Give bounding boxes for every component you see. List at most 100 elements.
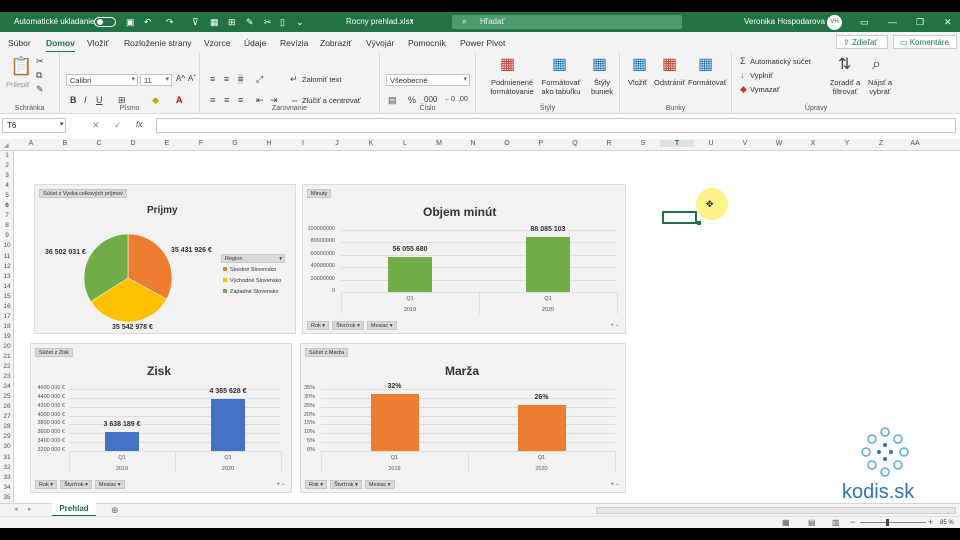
autosum-icon[interactable]: Σ [740, 56, 746, 66]
column-header-o[interactable]: O [490, 140, 524, 147]
tab-power-pivot[interactable]: Power Pivot [460, 38, 505, 48]
column-header-s[interactable]: S [626, 140, 660, 147]
row-header-33[interactable]: 33 [0, 474, 14, 481]
row-header-26[interactable]: 26 [0, 403, 14, 410]
tab-domov[interactable]: Domov [46, 38, 75, 53]
conditional-formatting-label-1[interactable]: Podmienené [484, 78, 540, 87]
align-center-icon[interactable]: ≡ [224, 95, 229, 105]
fill-color-icon[interactable]: ◆ [152, 95, 159, 105]
row-header-27[interactable]: 27 [0, 413, 14, 420]
fill-icon[interactable]: ↓ [740, 70, 745, 80]
format-as-table-label-1[interactable]: Formátovať [536, 78, 586, 87]
align-top-icon[interactable]: ≡ [210, 74, 215, 84]
column-header-k[interactable]: K [354, 140, 388, 147]
conditional-formatting-label-2[interactable]: formátovanie [482, 87, 542, 96]
worksheet-grid[interactable]: Súčet z Vyska celkových príjmov Príjmy 3… [14, 151, 960, 503]
cell-styles-label-2[interactable]: buniek [586, 87, 618, 96]
ribbon-options-icon[interactable]: ▭ [860, 17, 869, 27]
row-header-5[interactable]: 5 [0, 192, 14, 199]
italic-icon[interactable]: I [84, 95, 87, 105]
format-as-table-label-2[interactable]: ako tabuľku [534, 87, 588, 96]
borders-icon[interactable]: ⊞ [118, 95, 126, 105]
column-header-v[interactable]: V [728, 140, 762, 147]
tab-subor[interactable]: Súbor [8, 38, 31, 48]
cell-styles-icon[interactable]: ▦ [592, 56, 607, 74]
column-header-i[interactable]: I [286, 140, 320, 147]
filter-icon[interactable]: ⊽ [192, 17, 199, 27]
tab-pomocnik[interactable]: Pomocník [408, 38, 446, 48]
column-header-h[interactable]: H [252, 140, 286, 147]
filter-button-2[interactable]: Mesiac ▾ [366, 321, 397, 330]
align-bottom-icon[interactable]: ≡ [238, 74, 244, 84]
thousands-icon[interactable]: 000 [424, 95, 437, 105]
insert-function-icon[interactable]: fx [136, 120, 142, 130]
row-header-23[interactable]: 23 [0, 373, 14, 380]
avatar[interactable]: VH [827, 15, 842, 30]
number-format-select[interactable]: Všeobecné [386, 74, 470, 86]
expand-collapse-icon[interactable]: + − [610, 323, 619, 329]
column-header-q[interactable]: Q [558, 140, 592, 147]
redo-icon[interactable]: ↷ [166, 17, 174, 27]
shrink-font-icon[interactable]: Aˇ [188, 74, 196, 84]
find-select-label-1[interactable]: Nájsť a [864, 78, 896, 87]
orientation-icon[interactable]: ⤢ [256, 74, 263, 84]
scroll-left-icon[interactable]: ◂ [14, 505, 18, 515]
page-layout-icon[interactable]: ▤ [808, 518, 816, 528]
filter-button-2[interactable]: Mesiac ▾ [364, 480, 395, 489]
sort-filter-icon[interactable]: ⇅ [838, 56, 851, 74]
row-header-19[interactable]: 19 [0, 333, 14, 340]
row-header-15[interactable]: 15 [0, 293, 14, 300]
row-header-30[interactable]: 30 [0, 443, 14, 450]
chart-objem-minut[interactable]: Minuty Objem minút 100000000 80000000 600000… [302, 184, 626, 334]
copy-icon[interactable]: ⧉ [36, 70, 42, 80]
formula-input[interactable] [156, 118, 956, 133]
save-icon[interactable]: ▣ [126, 17, 135, 27]
normal-view-icon[interactable]: ▦ [782, 518, 790, 528]
column-header-c[interactable]: C [82, 140, 116, 147]
column-header-e[interactable]: E [150, 140, 184, 147]
row-header-20[interactable]: 20 [0, 343, 14, 350]
column-header-t[interactable]: T [660, 140, 694, 147]
align-left-icon[interactable]: ≡ [210, 95, 215, 105]
zoom-slider[interactable] [860, 522, 926, 523]
row-header-34[interactable]: 34 [0, 484, 14, 491]
wrap-text-icon[interactable]: ↵ [290, 74, 298, 84]
row-header-31[interactable]: 31 [0, 454, 14, 461]
clear-button[interactable]: Vymazať [750, 85, 780, 94]
column-header-w[interactable]: W [762, 140, 796, 147]
filter-button-0[interactable]: Rok ▾ [307, 321, 330, 330]
row-header-28[interactable]: 28 [0, 423, 14, 430]
merge-icon[interactable]: ⇔ [290, 95, 299, 105]
row-header-32[interactable]: 32 [0, 464, 14, 471]
search-box[interactable]: ⌕ Hľadať [452, 15, 682, 29]
legend-filter-region[interactable]: Region ▾ [221, 254, 285, 263]
field-button[interactable]: Súčet z Zisk [35, 348, 73, 357]
row-header-2[interactable]: 2 [0, 162, 14, 169]
bar-0[interactable] [388, 257, 432, 292]
bar-1[interactable] [526, 237, 570, 292]
tab-vlozit[interactable]: Vložiť [87, 38, 109, 48]
chart-prijmy[interactable]: Súčet z Vyska celkových príjmov Príjmy 3… [34, 184, 296, 334]
sort-filter-label-2[interactable]: filtrovať [828, 87, 862, 96]
cut-icon[interactable]: ✂ [36, 56, 44, 66]
column-header-m[interactable]: M [422, 140, 456, 147]
conditional-formatting-icon[interactable]: ▦ [500, 56, 515, 74]
row-header-18[interactable]: 18 [0, 323, 14, 330]
indent-icon[interactable]: ⇤ [256, 95, 264, 105]
decrease-decimal-icon[interactable]: .00 [458, 95, 468, 105]
filter-button-0[interactable]: Rok ▾ [305, 480, 328, 489]
row-header-9[interactable]: 9 [0, 232, 14, 239]
row-header-13[interactable]: 13 [0, 273, 14, 280]
add-sheet-icon[interactable]: ⊕ [111, 505, 119, 515]
delete-cells-button[interactable]: Odstrániť [654, 78, 685, 87]
zoom-level[interactable]: 85 % [940, 519, 954, 528]
paste-icon[interactable]: 📋 [10, 56, 32, 76]
filter-button-1[interactable]: Štvrťrok ▾ [60, 480, 92, 489]
column-header-l[interactable]: L [388, 140, 422, 147]
chevron-down-icon[interactable]: ▾ [410, 17, 414, 27]
sheet-tab-prehlad[interactable]: Prehlad [52, 503, 96, 517]
scroll-right-icon[interactable]: ▸ [28, 505, 32, 515]
chart-marza[interactable]: Súčet z Marža Marža 35% 30% 25% 20% 15% 10% 5% 0%… [300, 343, 626, 493]
bar-0[interactable] [105, 431, 139, 451]
row-header-11[interactable]: 11 [0, 253, 14, 260]
